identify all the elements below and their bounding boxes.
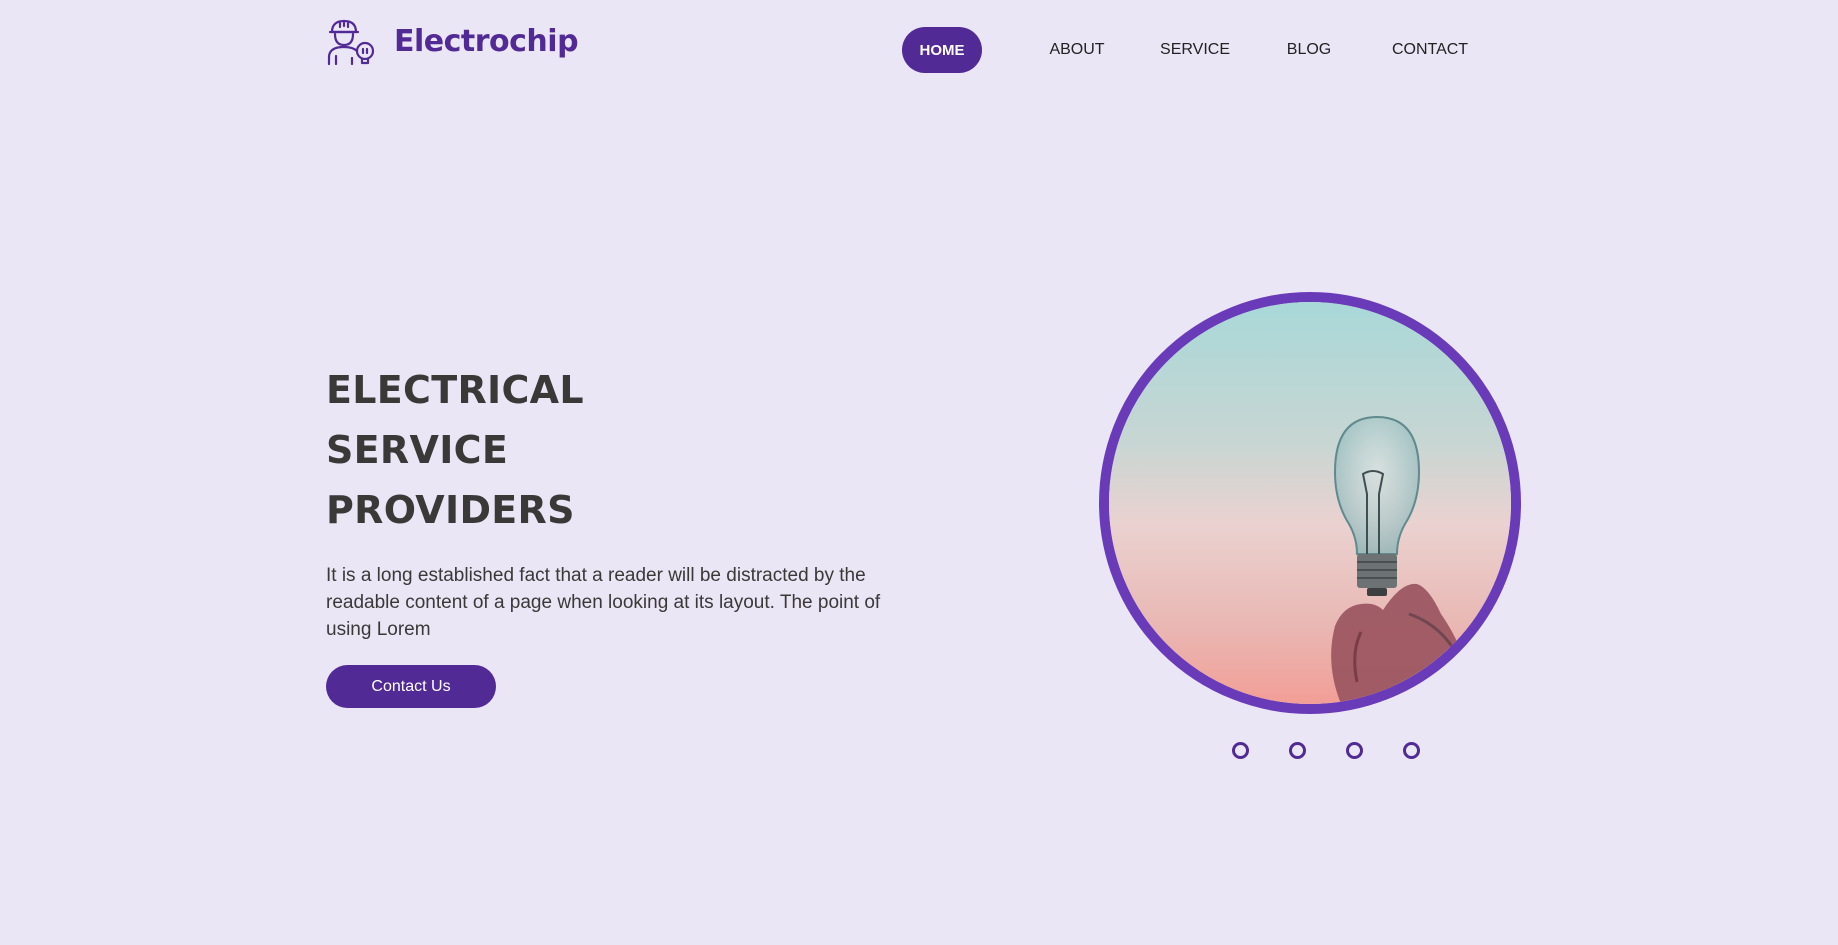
nav-item-about[interactable]: ABOUT (1049, 27, 1104, 73)
nav-item-blog[interactable]: BLOG (1287, 27, 1331, 73)
hero-description: It is a long established fact that a rea… (326, 565, 881, 640)
electrician-logo-icon (326, 16, 376, 66)
nav-item-service[interactable]: SERVICE (1160, 27, 1230, 73)
nav-item-contact[interactable]: CONTACT (1392, 27, 1468, 73)
hero-image (1099, 292, 1521, 714)
carousel-dot[interactable] (1289, 742, 1306, 759)
hero-title-line: ELECTRICAL (326, 368, 584, 412)
carousel-dot[interactable] (1346, 742, 1363, 759)
main-nav: HOME ABOUT SERVICE BLOG CONTACT (902, 27, 1468, 73)
lightbulb-photo-icon (1109, 302, 1511, 704)
brand[interactable]: Electrochip (326, 16, 579, 66)
carousel-dots (1232, 742, 1420, 759)
contact-us-button[interactable]: Contact Us (326, 665, 496, 708)
hero-title: ELECTRICAL SERVICE PROVIDERS (326, 360, 926, 540)
carousel-dot[interactable] (1232, 742, 1249, 759)
hero-title-line: PROVIDERS (326, 488, 575, 532)
carousel-dot[interactable] (1403, 742, 1420, 759)
nav-item-home[interactable]: HOME (902, 27, 982, 73)
brand-name: Electrochip (394, 23, 579, 59)
hero-text: ELECTRICAL SERVICE PROVIDERS It is a lon… (326, 360, 926, 708)
site-header: Electrochip HOME ABOUT SERVICE BLOG CONT… (0, 0, 1838, 100)
hero-title-line: SERVICE (326, 428, 509, 472)
